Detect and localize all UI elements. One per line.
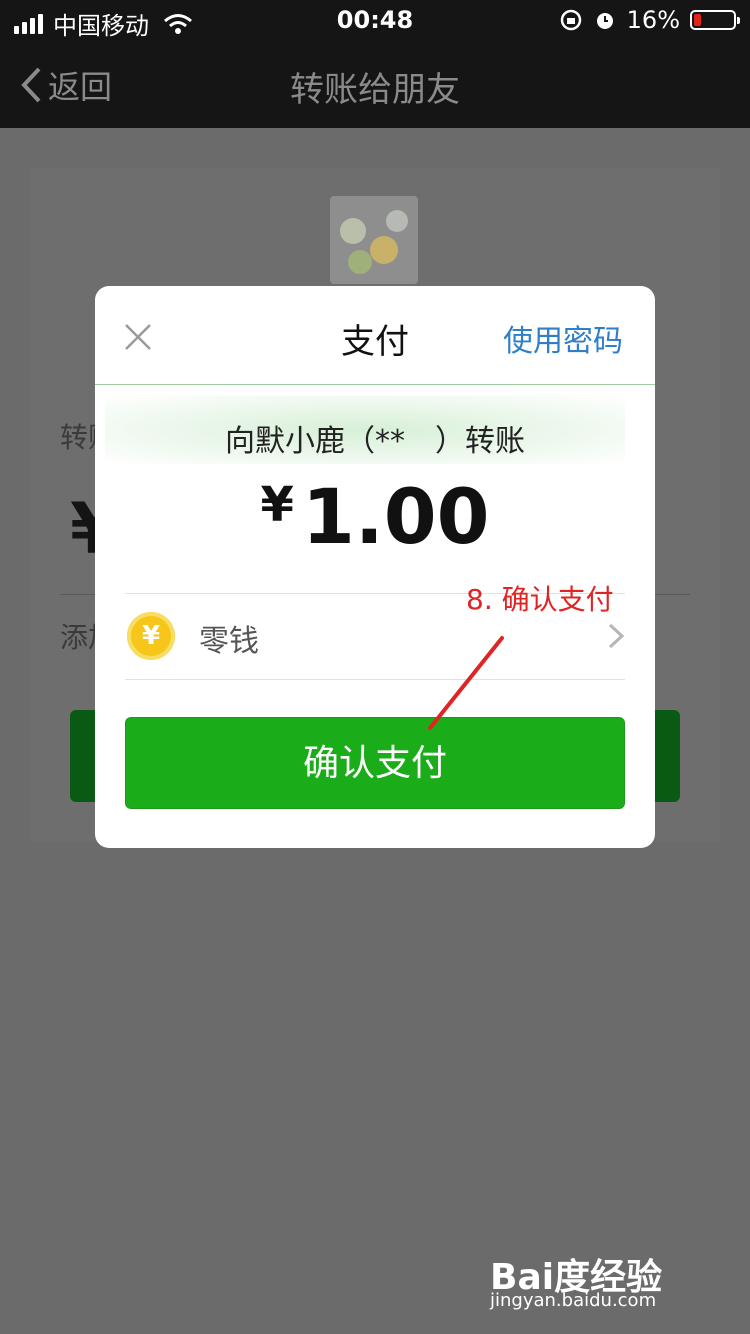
annotation-arrow [428,636,504,730]
watermark-url: jingyan.baidu.com [490,1290,657,1311]
watermark: Bai度经验 jingyan.baidu.com [490,1248,710,1318]
